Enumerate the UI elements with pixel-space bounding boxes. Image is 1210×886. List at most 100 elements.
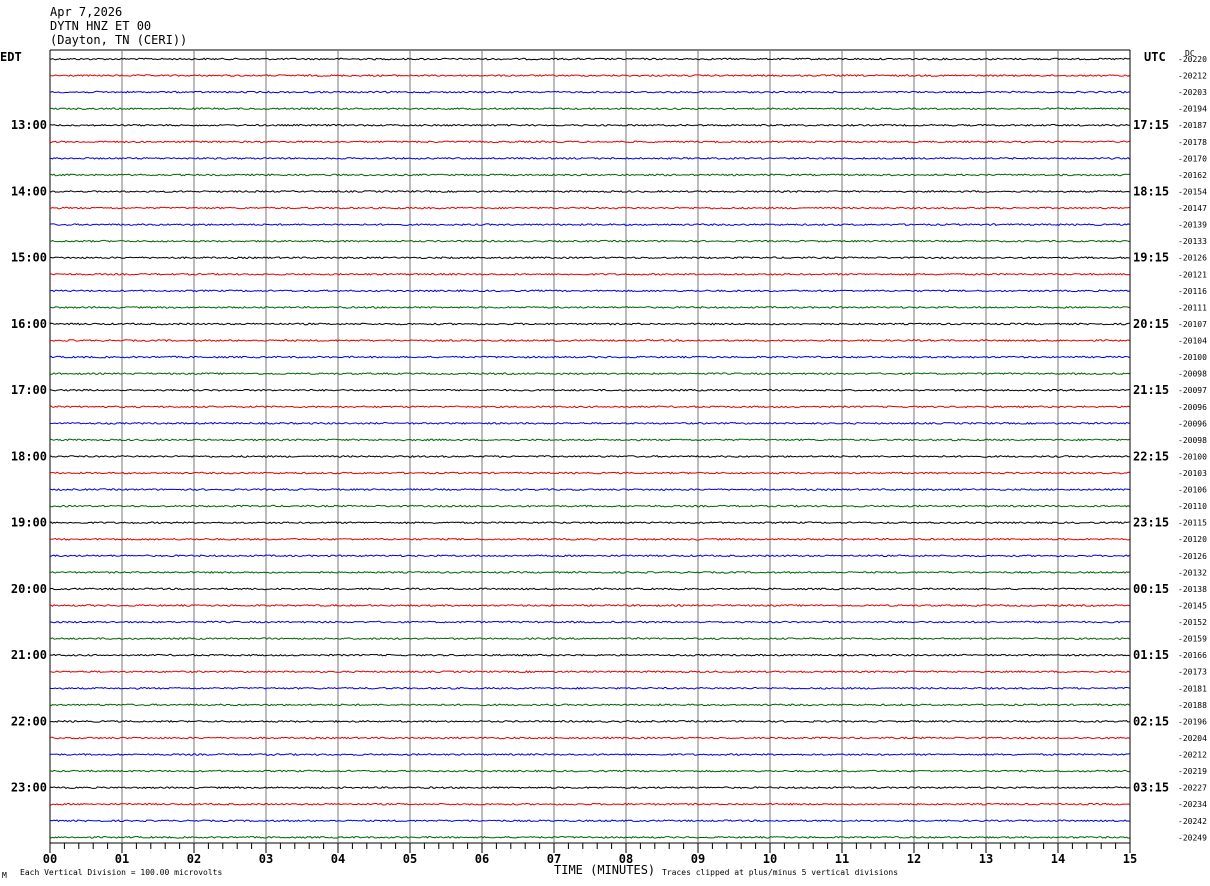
seismic-trace	[49, 620, 1130, 624]
seismic-trace	[49, 686, 1130, 690]
seismic-trace	[49, 123, 1130, 127]
seismic-trace	[49, 752, 1130, 756]
dc-offset-label: -20132	[1178, 568, 1207, 577]
seismic-trace	[49, 521, 1130, 525]
left-hour-label: 13:00	[11, 118, 47, 132]
right-hour-label: 23:15	[1133, 516, 1169, 530]
dc-offset-label: -20219	[1178, 767, 1207, 776]
x-tick-label: 15	[1123, 852, 1137, 866]
left-hour-label: 21:00	[11, 648, 47, 662]
seismic-trace	[50, 570, 1130, 574]
x-tick-label: 14	[1051, 852, 1065, 866]
seismic-trace	[50, 670, 1130, 674]
seismic-trace	[49, 107, 1130, 111]
right-hour-label: 00:15	[1133, 582, 1169, 596]
seismic-trace	[49, 488, 1130, 492]
seismic-trace	[49, 471, 1130, 475]
dc-offset-label: -20100	[1178, 452, 1207, 461]
dc-offset-label: -20194	[1178, 105, 1207, 114]
x-tick-label: 03	[259, 852, 273, 866]
right-hour-label: 01:15	[1133, 648, 1169, 662]
seismic-trace	[49, 372, 1130, 376]
x-tick-label: 12	[907, 852, 921, 866]
dc-offset-label: -20242	[1178, 817, 1207, 826]
dc-offset-label: -20147	[1178, 204, 1207, 213]
seismic-trace	[49, 736, 1130, 740]
x-tick-label: 06	[475, 852, 489, 866]
x-tick-label: 09	[691, 852, 705, 866]
left-hour-label: 15:00	[11, 251, 47, 265]
dc-offset-label: -20126	[1178, 552, 1207, 561]
dc-offset-label: -20234	[1178, 800, 1207, 809]
clip-note: Traces clipped at plus/minus 5 vertical …	[662, 868, 899, 877]
seismic-trace	[49, 405, 1130, 409]
dc-offset-label: -20098	[1178, 436, 1207, 445]
dc-offset-label: -20187	[1178, 121, 1207, 130]
x-tick-label: 04	[331, 852, 345, 866]
left-hour-label: 14:00	[11, 184, 47, 198]
seismic-trace	[49, 786, 1130, 790]
seismic-trace	[49, 835, 1130, 839]
dc-offset-label: -20106	[1178, 486, 1207, 495]
dc-offset-label: -20107	[1178, 320, 1207, 329]
corner-mark: M	[2, 871, 7, 880]
dc-offset-label: -20249	[1178, 833, 1207, 842]
dc-offset-label: -20110	[1178, 502, 1207, 511]
right-hour-label: 19:15	[1133, 251, 1169, 265]
seismic-trace	[49, 454, 1130, 458]
left-hour-label: 22:00	[11, 714, 47, 728]
seismic-trace	[49, 604, 1130, 608]
dc-offset-label: -20204	[1178, 734, 1207, 743]
seismic-trace	[49, 339, 1130, 342]
seismic-trace	[49, 156, 1130, 160]
x-tick-label: 01	[115, 852, 129, 866]
right-hour-label: 22:15	[1133, 449, 1169, 463]
dc-offset-label: -20145	[1178, 601, 1207, 610]
left-hour-label: 19:00	[11, 516, 47, 530]
dc-offset-label: -20170	[1178, 154, 1207, 163]
seismic-trace	[49, 206, 1130, 210]
seismic-trace	[49, 289, 1130, 293]
dc-offset-label: -20116	[1178, 287, 1207, 296]
x-tick-label: 11	[835, 852, 849, 866]
seismic-trace	[49, 421, 1130, 425]
left-hour-label: 23:00	[11, 781, 47, 795]
seismic-trace	[49, 719, 1130, 723]
dc-offset-label: -20096	[1178, 403, 1207, 412]
seismic-trace	[50, 637, 1130, 641]
seismic-trace	[49, 322, 1130, 326]
seismic-trace	[49, 703, 1130, 707]
dc-offset-label: -20120	[1178, 535, 1207, 544]
seismic-trace	[49, 223, 1130, 227]
dc-offset-label: -20126	[1178, 254, 1207, 263]
seismic-trace	[49, 388, 1130, 392]
dc-offset-label: -20196	[1178, 717, 1207, 726]
dc-offset-label: -20097	[1178, 386, 1207, 395]
seismic-trace	[50, 74, 1130, 78]
seismic-trace	[49, 173, 1130, 177]
seismic-trace	[49, 256, 1130, 260]
helicorder-plot: 00 01 02 03 04 05 06 07 08 09 10 11 12 13 14 15-20220-2…	[11, 49, 1207, 866]
dc-offset-label: -20154	[1178, 187, 1207, 196]
left-hour-label: 18:00	[11, 449, 47, 463]
left-hour-label: 16:00	[11, 317, 47, 331]
x-axis-label: TIME (MINUTES)	[554, 863, 656, 877]
dc-offset-label: -20188	[1178, 701, 1207, 710]
seismic-trace	[49, 653, 1130, 657]
seismic-trace	[49, 272, 1130, 276]
x-tick-label: 13	[979, 852, 993, 866]
seismic-trace	[49, 819, 1130, 823]
seismic-trace	[49, 57, 1130, 61]
x-tick-label: 10	[763, 852, 777, 866]
left-hour-label: 17:00	[11, 383, 47, 397]
dc-offset-label: -20227	[1178, 784, 1207, 793]
dc-offset-label: -20133	[1178, 237, 1207, 246]
right-hour-label: 20:15	[1133, 317, 1169, 331]
dc-offset-label: -20138	[1178, 585, 1207, 594]
seismic-trace	[49, 587, 1130, 591]
seismic-trace	[49, 802, 1130, 806]
x-tick-label: 02	[187, 852, 201, 866]
x-tick-label: 00	[43, 852, 57, 866]
dc-offset-label: -20096	[1178, 419, 1207, 428]
dc-offset-label: -20212	[1178, 751, 1207, 760]
